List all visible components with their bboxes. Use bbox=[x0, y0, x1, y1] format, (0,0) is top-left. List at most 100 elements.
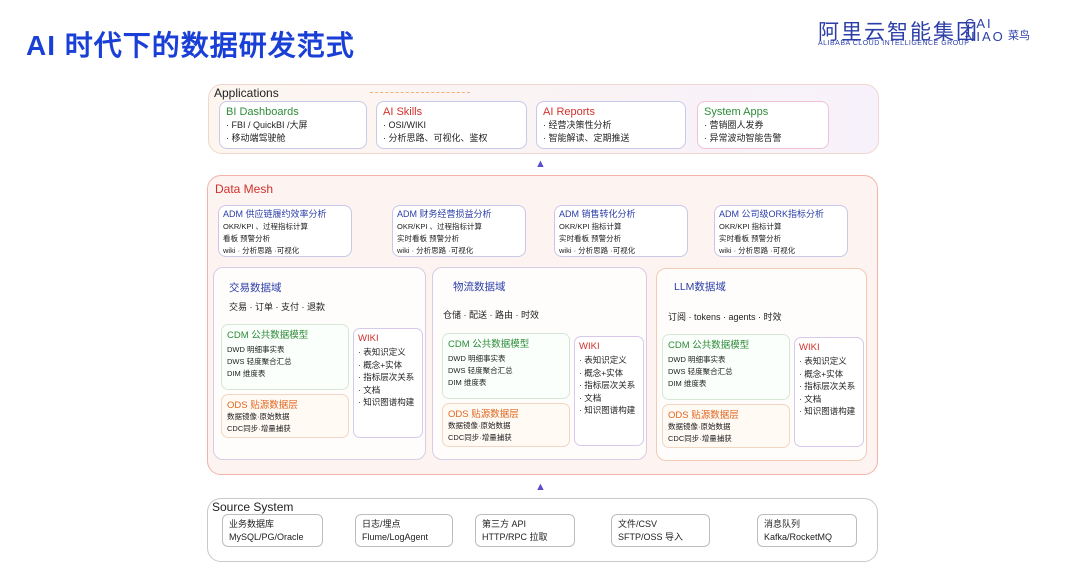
cdm-line: DWS 轻度聚合汇总 bbox=[668, 367, 733, 376]
cdm-line: DWD 明细事实表 bbox=[227, 345, 285, 354]
cainiao-logo-cn: 菜鸟 bbox=[1008, 30, 1030, 42]
cainiao-logo-line2: NIAO bbox=[965, 29, 1005, 44]
ods-title: ODS 贴源数据层 bbox=[227, 400, 298, 411]
ods-box: ODS 贴源数据层 数据镜像·原始数据 CDC同步·增量捕获 bbox=[221, 394, 349, 438]
page-title: AI 时代下的数据研发范式 bbox=[26, 30, 355, 61]
app-card-title: AI Skills bbox=[383, 106, 423, 118]
app-card-line: · 分析思路、可视化、鉴权 bbox=[383, 133, 488, 143]
wiki-line: · 概念+实体 bbox=[358, 359, 403, 370]
source-card-line: 消息队列 bbox=[764, 519, 801, 529]
wiki-line: · 表知识定义 bbox=[579, 355, 627, 365]
adm-card-title: ADM 财务经营损益分析 bbox=[397, 209, 492, 219]
app-card-line: · 营销圈人发券 bbox=[704, 120, 764, 130]
cdm-title: CDM 公共数据模型 bbox=[668, 340, 750, 351]
domain-title: LLM数据域 bbox=[674, 281, 726, 293]
source-card: 消息队列 Kafka/RocketMQ bbox=[757, 514, 857, 547]
wiki-line: · 表知识定义 bbox=[799, 356, 847, 366]
cdm-line: DWD 明细事实表 bbox=[448, 354, 506, 363]
domain-title: 物流数据域 bbox=[453, 281, 506, 293]
cdm-box: CDM 公共数据模型 DWD 明细事实表 DWS 轻度聚合汇总 DIM 维度表 bbox=[442, 333, 570, 399]
adm-card-line: OKR/KPI 指标计算 bbox=[559, 222, 622, 231]
data-domain-trade: 交易数据域 交易 · 订单 · 支付 · 退款 CDM 公共数据模型 DWD 明… bbox=[213, 267, 426, 460]
alibaba-cloud-logo-subtitle: ALIBABA CLOUD INTELLIGENCE GROUP bbox=[818, 40, 970, 47]
app-card-line: · 经营决策性分析 bbox=[543, 120, 612, 130]
adm-card-line: 实时看板 预警分析 bbox=[397, 234, 460, 243]
app-card-title: BI Dashboards bbox=[226, 106, 299, 118]
adm-card: ADM 供应链履约效率分析 OKR/KPI 、过程指标计算 看板 预警分析 wi… bbox=[218, 205, 352, 257]
adm-card-title: ADM 供应链履约效率分析 bbox=[223, 209, 327, 219]
wiki-line: · 表知识定义 bbox=[358, 347, 406, 357]
adm-card-title: ADM 公司级ORK指标分析 bbox=[719, 209, 825, 219]
source-card-line: 业务数据库 bbox=[229, 519, 275, 529]
app-card-bi: BI Dashboards · FBI / QuickBI /大屏 · 移动端驾… bbox=[219, 101, 367, 149]
cdm-line: DWD 明细事实表 bbox=[668, 355, 726, 364]
app-card-title: AI Reports bbox=[543, 106, 595, 118]
cdm-line: DIM 维度表 bbox=[227, 369, 266, 378]
ods-line: 数据镜像·原始数据 bbox=[227, 412, 290, 421]
adm-card-line: 实时看板 预警分析 bbox=[559, 234, 622, 243]
source-card-line: 第三方 API bbox=[482, 519, 527, 529]
wiki-line: · 指标层次关系 bbox=[579, 380, 636, 390]
data-mesh-label: Data Mesh bbox=[215, 182, 274, 196]
cdm-title: CDM 公共数据模型 bbox=[448, 339, 530, 350]
wiki-title: WIKI bbox=[799, 342, 820, 353]
adm-card-line: wiki · 分析思路 ·可视化 bbox=[223, 246, 300, 255]
app-card-title: System Apps bbox=[704, 106, 769, 118]
applications-label: Applications bbox=[214, 86, 279, 100]
cdm-line: DWS 轻度聚合汇总 bbox=[227, 357, 292, 366]
cdm-line: DIM 维度表 bbox=[668, 379, 707, 388]
ods-line: 数据镜像·原始数据 bbox=[448, 421, 511, 430]
wiki-line: · 概念+实体 bbox=[799, 368, 844, 379]
source-card-line: Flume/LogAgent bbox=[362, 532, 429, 542]
ods-box: ODS 贴源数据层 数据镜像·原始数据 CDC同步·增量捕获 bbox=[442, 403, 570, 447]
cdm-line: DWS 轻度聚合汇总 bbox=[448, 366, 513, 375]
wiki-box: WIKI · 表知识定义 · 概念+实体 · 指标层次关系 · 文档 · 知识图… bbox=[574, 336, 644, 446]
arrow-up-icon: ▲ bbox=[535, 158, 546, 170]
wiki-title: WIKI bbox=[358, 333, 379, 344]
source-card-line: 文件/CSV bbox=[618, 519, 658, 529]
ods-title: ODS 贴源数据层 bbox=[448, 409, 519, 420]
arrow-up-icon: ▲ bbox=[535, 481, 546, 493]
wiki-line: · 指标层次关系 bbox=[358, 372, 415, 382]
adm-card-title: ADM 销售转化分析 bbox=[559, 209, 636, 219]
app-card-line: · FBI / QuickBI /大屏 bbox=[226, 120, 308, 130]
adm-card-line: OKR/KPI 指标计算 bbox=[719, 222, 782, 231]
adm-card: ADM 财务经营损益分析 OKR/KPI 、过程指标计算 实时看板 预警分析 w… bbox=[392, 205, 526, 257]
wiki-line: · 指标层次关系 bbox=[799, 381, 856, 391]
app-card-ai-reports: AI Reports · 经营决策性分析 · 智能解读、定期推送 bbox=[536, 101, 686, 149]
cdm-box: CDM 公共数据模型 DWD 明细事实表 DWS 轻度聚合汇总 DIM 维度表 bbox=[221, 324, 349, 390]
domain-subtitle: 交易 · 订单 · 支付 · 退款 bbox=[229, 302, 325, 312]
ods-line: CDC同步·增量捕获 bbox=[227, 424, 291, 433]
app-card-line: · 移动端驾驶舱 bbox=[226, 133, 286, 143]
source-card-line: MySQL/PG/Oracle bbox=[229, 532, 304, 542]
source-card-line: SFTP/OSS 导入 bbox=[618, 532, 684, 542]
decorative-divider bbox=[370, 92, 470, 93]
wiki-line: · 文档 bbox=[358, 384, 381, 395]
adm-card-line: 看板 预警分析 bbox=[223, 234, 271, 243]
cainiao-logo: CAI NIAO bbox=[965, 17, 1005, 43]
wiki-box: WIKI · 表知识定义 · 概念+实体 · 指标层次关系 · 文档 · 知识图… bbox=[353, 328, 423, 438]
domain-subtitle: 订阅 · tokens · agents · 时效 bbox=[668, 312, 782, 322]
wiki-line: · 知识图谱构建 bbox=[579, 405, 636, 415]
source-card: 第三方 API HTTP/RPC 拉取 bbox=[475, 514, 575, 547]
source-card: 日志/埋点 Flume/LogAgent bbox=[355, 514, 453, 547]
app-card-system-apps: System Apps · 营销圈人发券 · 异常波动智能告警 bbox=[697, 101, 829, 149]
app-card-line: · 异常波动智能告警 bbox=[704, 133, 782, 143]
cdm-title: CDM 公共数据模型 bbox=[227, 330, 309, 341]
domain-title: 交易数据域 bbox=[229, 282, 282, 294]
adm-card-line: OKR/KPI 、过程指标计算 bbox=[223, 222, 309, 231]
source-system-label: Source System bbox=[212, 500, 294, 514]
app-card-line: · 智能解读、定期推送 bbox=[543, 133, 630, 143]
app-card-ai-skills: AI Skills · OSI/WIKI · 分析思路、可视化、鉴权 bbox=[376, 101, 527, 149]
data-domain-logistics: 物流数据域 仓储 · 配送 · 路由 · 时效 CDM 公共数据模型 DWD 明… bbox=[432, 267, 647, 460]
source-card: 文件/CSV SFTP/OSS 导入 bbox=[611, 514, 710, 547]
adm-card: ADM 销售转化分析 OKR/KPI 指标计算 实时看板 预警分析 wiki ·… bbox=[554, 205, 688, 257]
ods-box: ODS 贴源数据层 数据镜像·原始数据 CDC同步·增量捕获 bbox=[662, 404, 790, 448]
adm-card-line: OKR/KPI 、过程指标计算 bbox=[397, 222, 483, 231]
adm-card-line: wiki · 分析思路 ·可视化 bbox=[559, 246, 636, 255]
source-card-line: HTTP/RPC 拉取 bbox=[482, 532, 548, 542]
wiki-line: · 文档 bbox=[579, 392, 602, 403]
cdm-line: DIM 维度表 bbox=[448, 378, 487, 387]
app-card-line: · OSI/WIKI bbox=[383, 120, 427, 130]
source-card: 业务数据库 MySQL/PG/Oracle bbox=[222, 514, 323, 547]
